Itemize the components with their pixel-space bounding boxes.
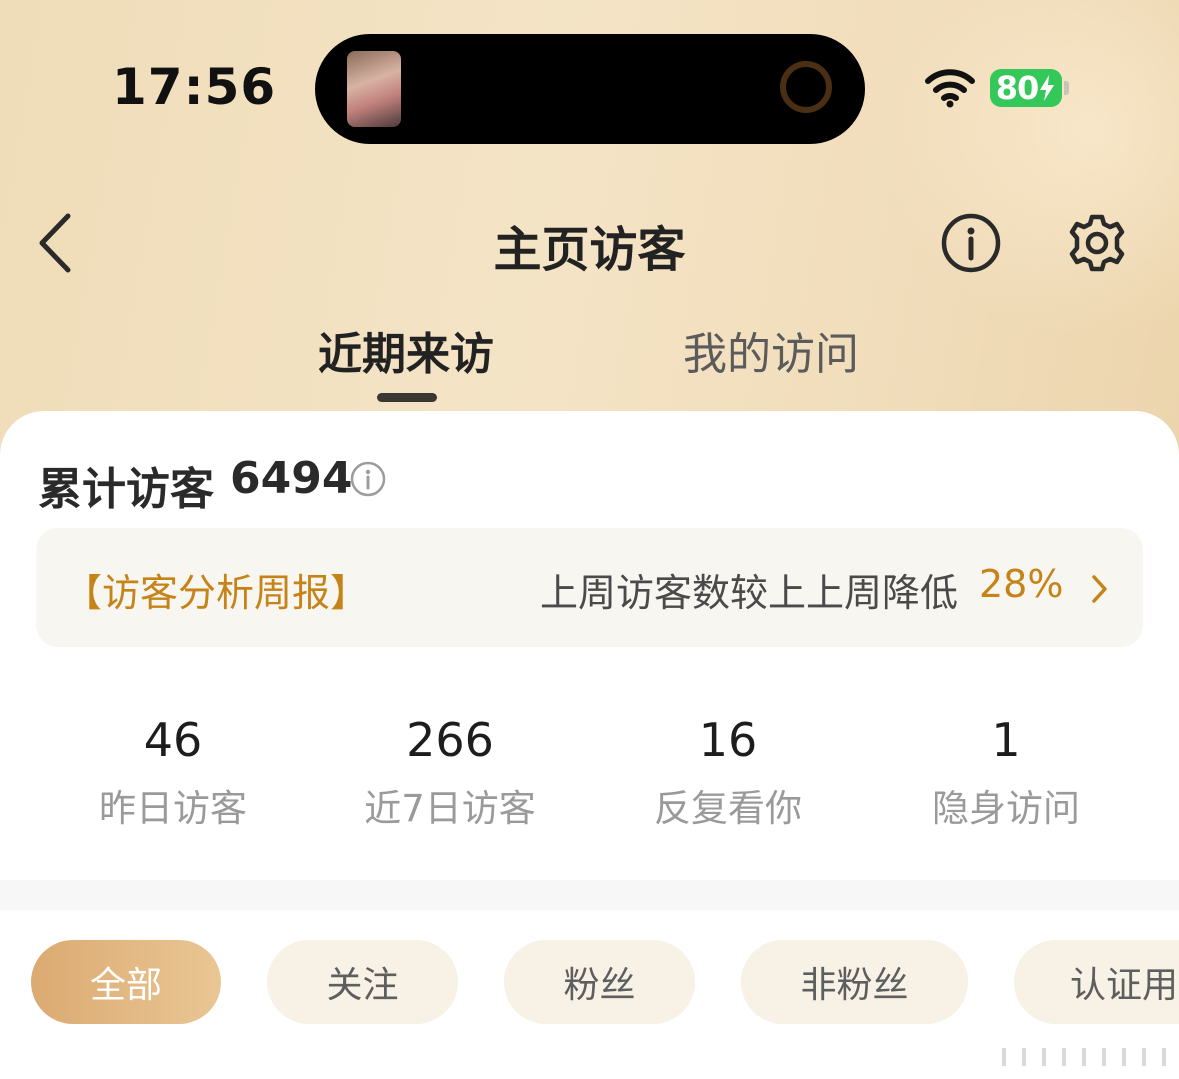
- stat-label: 隐身访问: [932, 787, 1080, 830]
- scroll-fade-indicator: [1002, 1048, 1172, 1066]
- stat-value: 1: [991, 713, 1021, 767]
- filter-chip-non-fans[interactable]: 非粉丝: [741, 940, 968, 1024]
- total-visitors-value: 6494: [230, 453, 353, 504]
- section-separator: [0, 880, 1179, 910]
- filter-chip-verified[interactable]: 认证用: [1014, 940, 1179, 1024]
- status-time: 17:56: [112, 58, 277, 116]
- stat-last-7-days[interactable]: 266 近7日访客: [320, 712, 580, 832]
- info-icon[interactable]: [940, 212, 1002, 274]
- filter-chip-all[interactable]: 全部: [31, 940, 221, 1024]
- charging-bolt-icon: [1040, 75, 1055, 101]
- total-info-icon[interactable]: [349, 460, 387, 498]
- stat-yesterday[interactable]: 46 昨日访客: [43, 712, 303, 832]
- total-visitors-label: 累计访客: [38, 464, 214, 515]
- weekly-report-title: 【访客分析周报】: [64, 571, 369, 615]
- battery-level: 80: [995, 69, 1040, 107]
- battery-cap: [1064, 81, 1069, 95]
- battery-indicator: 80: [990, 69, 1062, 107]
- stat-label: 反复看你: [654, 787, 802, 830]
- chevron-right-icon[interactable]: [1088, 572, 1110, 606]
- tab-recent-visits[interactable]: 近期来访: [318, 318, 494, 382]
- stat-label: 近7日访客: [364, 787, 536, 830]
- stat-hidden-visits[interactable]: 1 隐身访问: [876, 712, 1136, 832]
- stat-label: 昨日访客: [99, 787, 247, 830]
- filter-chip-following[interactable]: 关注: [267, 940, 458, 1024]
- active-tab-indicator: [377, 393, 437, 402]
- dynamic-island[interactable]: [315, 34, 865, 144]
- page-title: 主页访客: [493, 222, 686, 278]
- stat-repeat-viewers[interactable]: 16 反复看你: [598, 712, 858, 832]
- header-glow: [879, 0, 1179, 340]
- stat-value: 16: [698, 713, 758, 767]
- stat-value: 266: [406, 713, 494, 767]
- filter-chip-fans[interactable]: 粉丝: [504, 940, 695, 1024]
- activity-ring-icon: [780, 61, 832, 113]
- tab-my-visits[interactable]: 我的访问: [683, 318, 859, 382]
- weekly-report-percent: 28%: [979, 562, 1064, 606]
- stat-value: 46: [143, 713, 203, 767]
- gear-icon[interactable]: [1066, 212, 1128, 274]
- wifi-icon: [925, 69, 975, 108]
- now-playing-artwork[interactable]: [347, 51, 401, 127]
- weekly-report-text: 上周访客数较上上周降低: [540, 571, 959, 615]
